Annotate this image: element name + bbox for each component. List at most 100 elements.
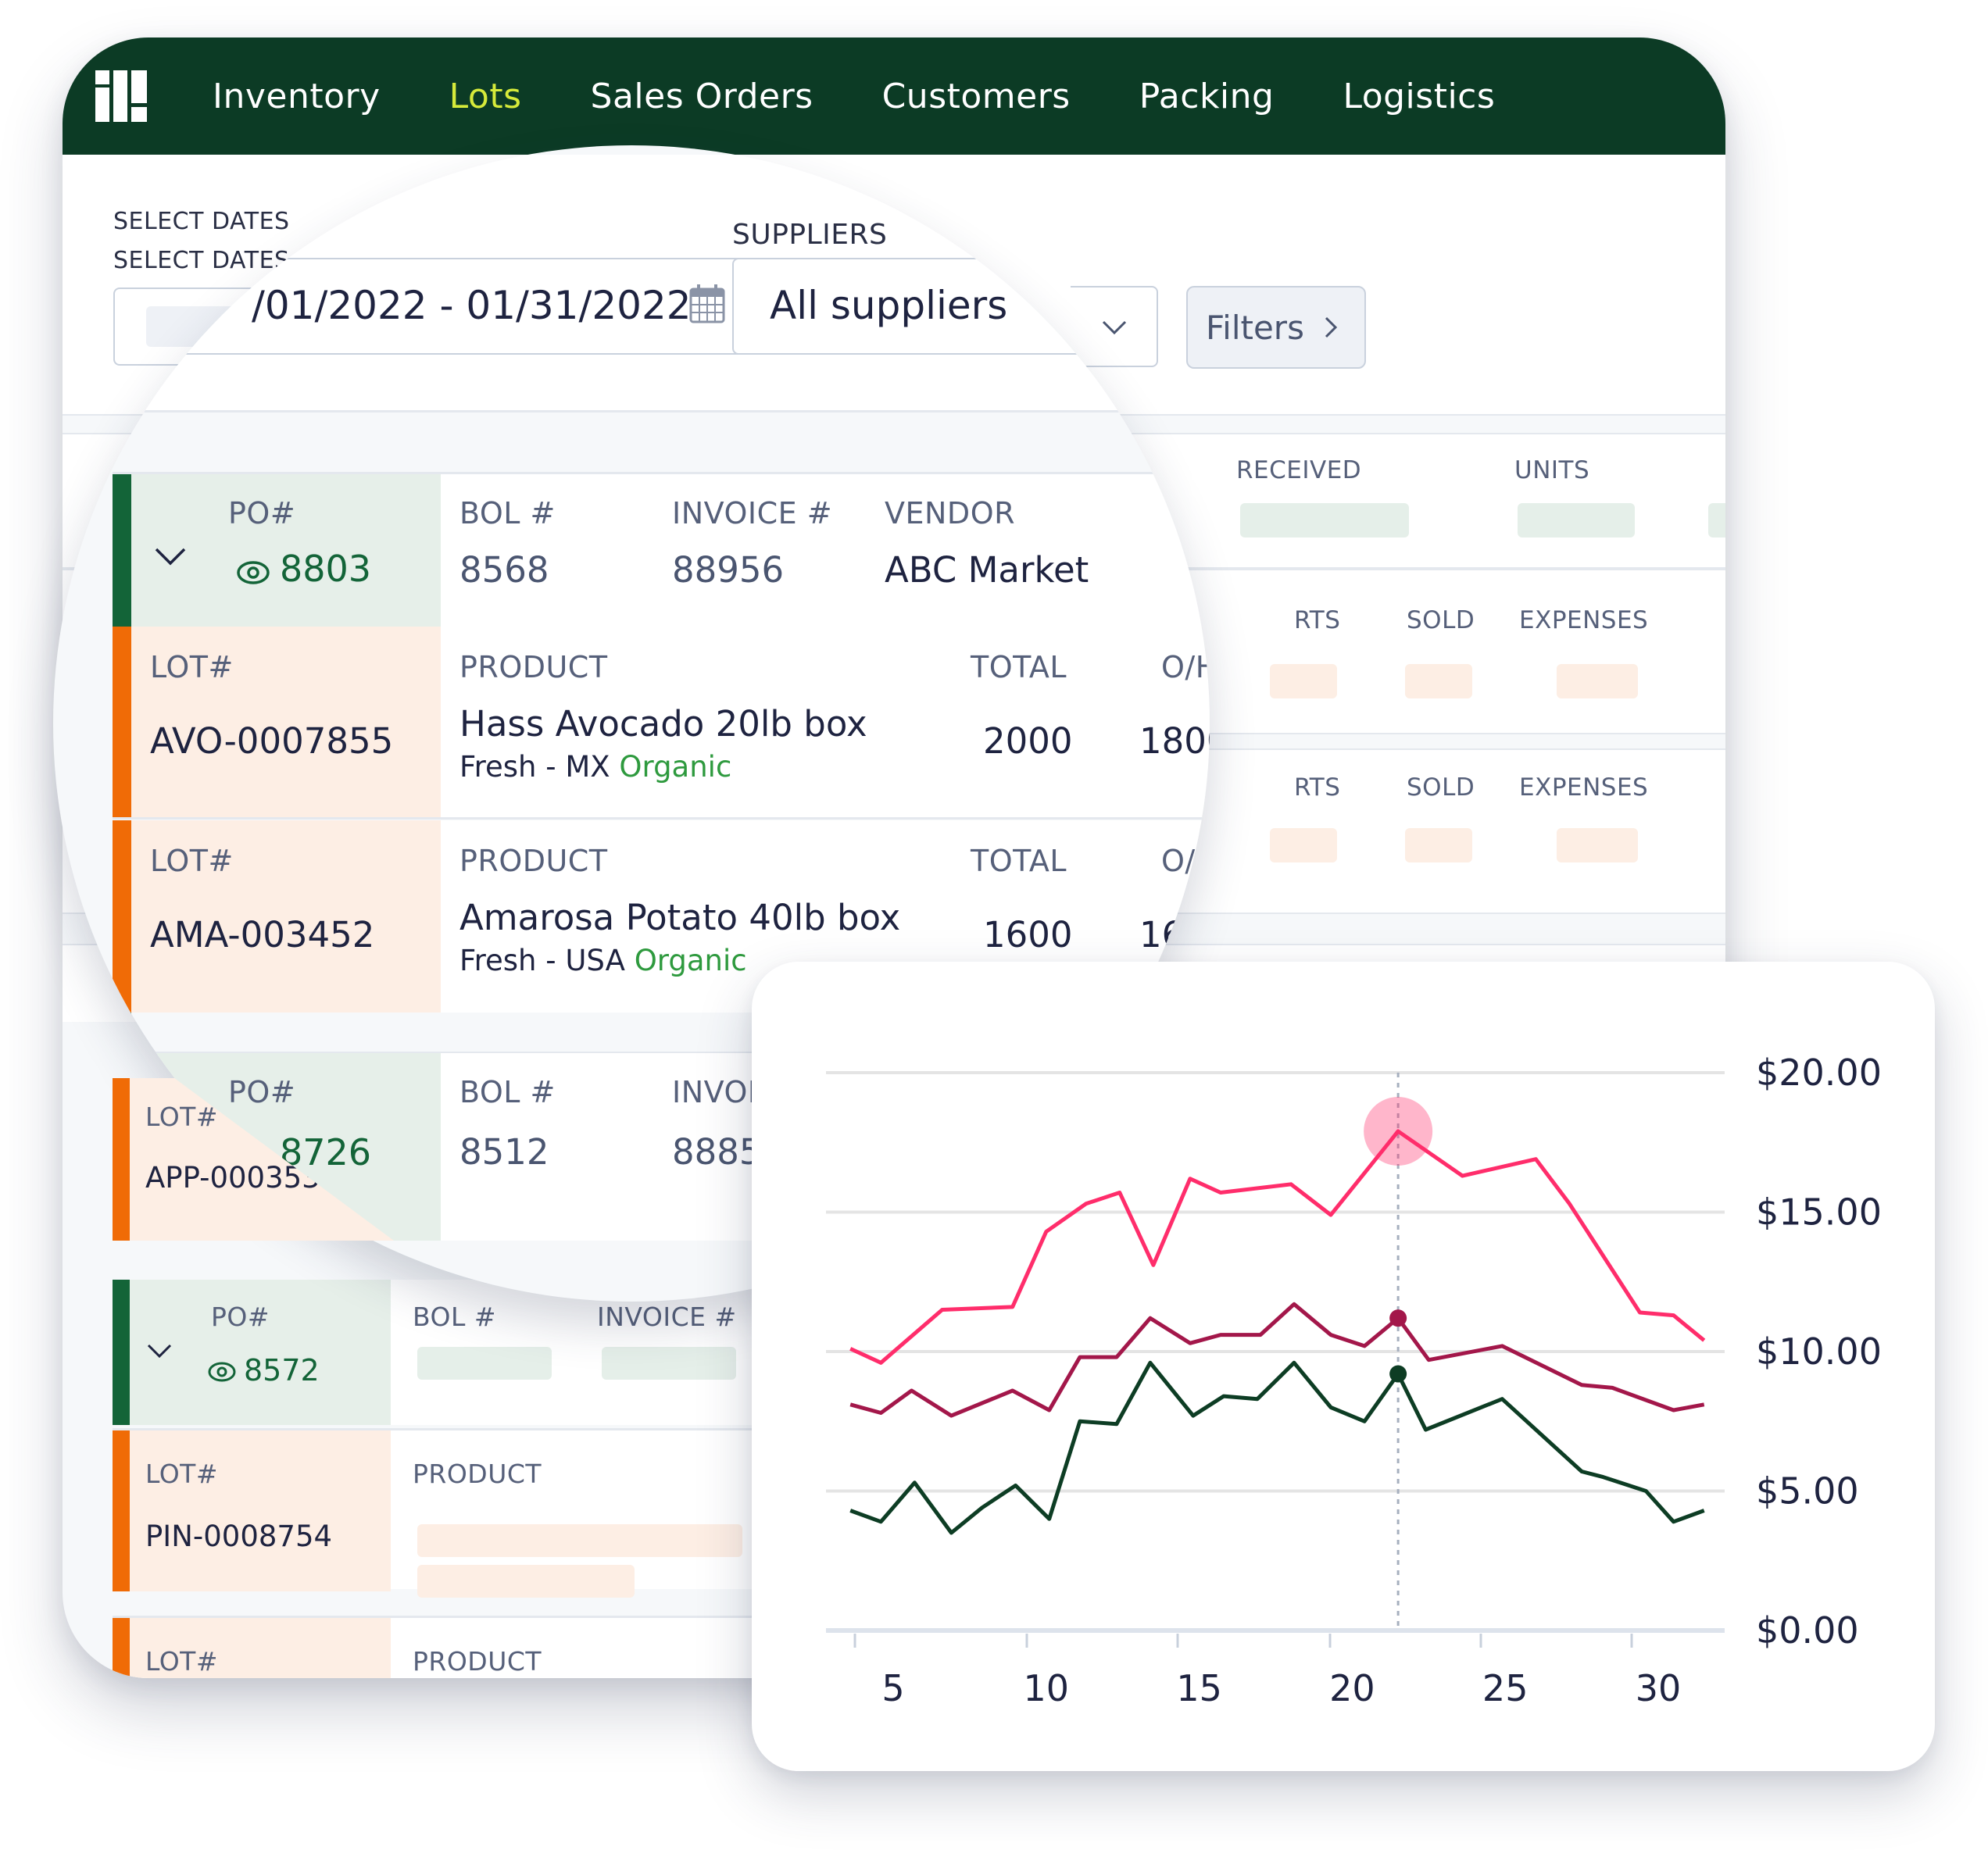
invoice-label: INVOICE #: [672, 496, 833, 530]
on-hand-label: O/H: [1161, 844, 1210, 878]
lot-number[interactable]: PIN-0008754: [145, 1520, 332, 1553]
hover-markers: [1389, 1309, 1407, 1383]
price-line-chart: $0.00 $5.00 $10.00 $15.00 $20.00 5 10 15 20 25 30: [826, 1052, 1882, 1709]
chevron-down-icon[interactable]: [152, 537, 191, 576]
nav-item-customers[interactable]: Customers: [882, 77, 1071, 116]
placeholder: [1708, 503, 1725, 538]
po-row-8803[interactable]: PO# 8803 BOL # INVOICE # VENDOR 8568 889…: [113, 472, 1210, 629]
price-chart-card: $0.00 $5.00 $10.00 $15.00 $20.00 5 10 15 20 25 30: [752, 962, 1935, 1771]
date-range-input[interactable]: /01/2022 - 01/31/2022: [180, 258, 755, 355]
series-line-high: [849, 1129, 1706, 1365]
rts-label: RTS: [1294, 773, 1341, 802]
row-divider: [113, 817, 1210, 820]
rts-placeholder: [1270, 828, 1337, 862]
x-axis: [853, 1634, 1633, 1648]
app-logo[interactable]: [95, 70, 147, 122]
x-tick-label: 10: [1024, 1667, 1070, 1709]
rts-label: RTS: [1294, 606, 1341, 634]
x-axis-labels: 5 10 15 20 25 30: [881, 1667, 1681, 1709]
x-tick-label: 15: [1176, 1667, 1222, 1709]
product-origin: Fresh - USA Organic: [459, 944, 747, 977]
x-tick-label: 30: [1636, 1667, 1682, 1709]
series-line-low: [849, 1360, 1705, 1535]
lot-status-bar: [113, 1618, 130, 1678]
lot-cell: [130, 1430, 391, 1591]
suppliers-select[interactable]: All suppliers: [732, 258, 1139, 355]
lot-label: LOT#: [150, 650, 234, 684]
nav-item-sales-orders[interactable]: Sales Orders: [591, 77, 813, 116]
eye-icon[interactable]: [234, 555, 272, 590]
po-number[interactable]: 8572: [244, 1353, 320, 1388]
eye-icon[interactable]: [206, 1356, 238, 1388]
suppliers-value: All suppliers: [770, 283, 1008, 328]
product-label: PRODUCT: [459, 650, 608, 684]
on-hand-value: 1600: [1139, 914, 1210, 955]
origin-placeholder: [417, 1565, 635, 1598]
nav-item-inventory[interactable]: Inventory: [213, 77, 381, 116]
lot-label: LOT#: [145, 1459, 218, 1489]
lot-row-avo[interactable]: LOT# AVO-0007855 PRODUCT Hass Avocado 20…: [113, 627, 1210, 819]
calendar-icon[interactable]: [688, 283, 727, 325]
rts-placeholder: [1270, 664, 1337, 698]
product-name: Amarosa Potato 40lb box: [459, 897, 901, 938]
select-dates-label-overlay: SELECT DATES: [113, 208, 290, 235]
received-placeholder: [1240, 503, 1409, 538]
x-tick-label: 25: [1482, 1667, 1529, 1709]
bol-label: BOL #: [459, 496, 556, 530]
product-origin: Fresh - MX Organic: [459, 750, 731, 784]
chevron-right-icon: [1325, 316, 1338, 338]
total-label: TOTAL: [971, 650, 1067, 684]
filters-button[interactable]: Filters: [1186, 286, 1366, 369]
nav-menu: Inventory Lots Sales Orders Customers Pa…: [213, 38, 1564, 155]
expenses-label: EXPENSES: [1519, 606, 1649, 634]
organic-tag: Organic: [619, 750, 732, 784]
lot-number[interactable]: AMA-003452: [150, 914, 374, 955]
po-label: PO#: [211, 1302, 270, 1332]
total-value: 2000: [983, 720, 1073, 762]
y-tick-label: $10.00: [1756, 1330, 1882, 1373]
date-range-value: /01/2022 - 01/31/2022: [252, 283, 692, 328]
units-placeholder: [1518, 503, 1635, 538]
invoice-value: 88956: [672, 549, 785, 591]
po-label: PO#: [228, 496, 296, 530]
lot-status-bar: [113, 627, 131, 819]
product-label: PRODUCT: [413, 1646, 542, 1677]
filter-bar-magnified: /01/2022 - 01/31/2022 SUPPLIERS All supp…: [63, 155, 1210, 412]
on-hand-value: 1800: [1139, 720, 1210, 762]
series-lines: [849, 1129, 1706, 1535]
lot-status-bar: [113, 1078, 130, 1241]
po-number[interactable]: 8803: [280, 548, 371, 590]
bol-placeholder: [417, 1347, 552, 1380]
y-tick-label: $20.00: [1756, 1052, 1882, 1094]
bol-value: 8512: [459, 1131, 549, 1173]
chevron-down-icon[interactable]: [144, 1334, 178, 1369]
nav-item-logistics[interactable]: Logistics: [1343, 77, 1495, 116]
invoice-placeholder: [602, 1347, 736, 1380]
sold-placeholder: [1405, 828, 1472, 862]
lot-label: LOT#: [145, 1102, 218, 1132]
origin-text: Fresh - MX: [459, 750, 610, 784]
po-status-bar: [113, 474, 131, 629]
sold-label: SOLD: [1407, 773, 1475, 802]
series-line-average: [849, 1302, 1705, 1418]
organic-tag: Organic: [634, 944, 747, 977]
origin-text: Fresh - USA: [459, 944, 625, 977]
hover-marker-average: [1389, 1309, 1407, 1327]
y-tick-label: $0.00: [1756, 1609, 1859, 1652]
product-label: PRODUCT: [459, 844, 608, 878]
on-hand-label: O/H: [1161, 650, 1210, 684]
lot-status-bar: [113, 820, 131, 1012]
vendor-label: VENDOR: [885, 496, 1016, 530]
filters-button-label: Filters: [1206, 308, 1304, 347]
bol-label: BOL #: [459, 1075, 556, 1109]
lot-number[interactable]: AVO-0007855: [150, 720, 393, 762]
nav-item-packing[interactable]: Packing: [1139, 77, 1275, 116]
lot-label: LOT#: [145, 1646, 218, 1677]
total-label: TOTAL: [971, 844, 1067, 878]
product-placeholder: [417, 1524, 742, 1557]
expenses-placeholder: [1557, 828, 1638, 862]
po-label: PO#: [228, 1075, 296, 1109]
nav-item-lots[interactable]: Lots: [449, 77, 522, 116]
x-tick-label: 20: [1329, 1667, 1375, 1709]
expenses-label: EXPENSES: [1519, 773, 1649, 802]
